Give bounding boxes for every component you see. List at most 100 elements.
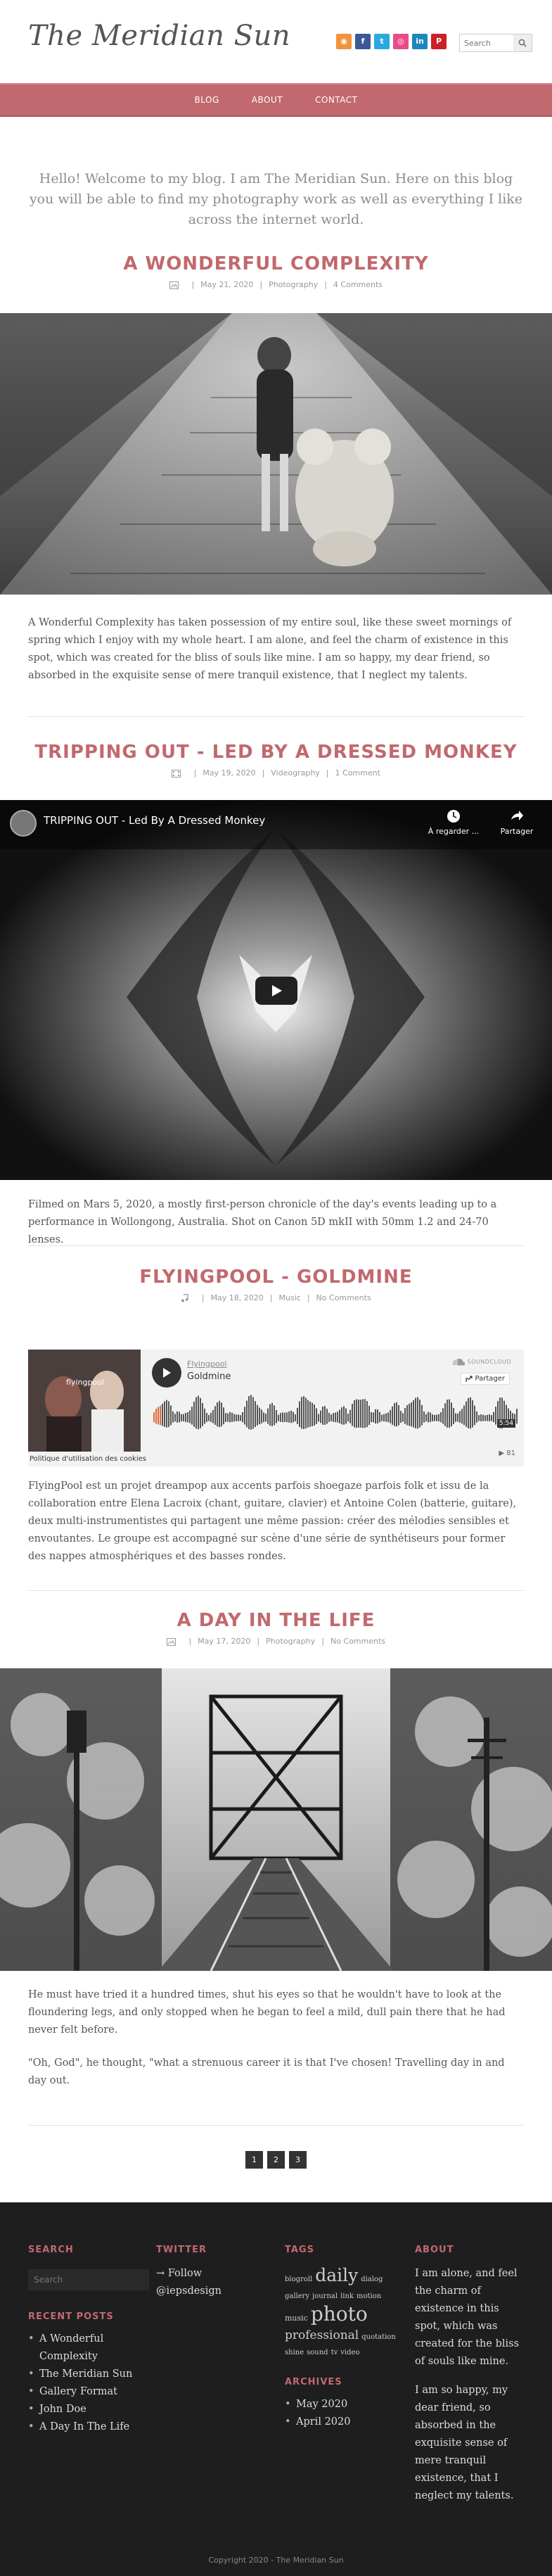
footer-search-input[interactable]	[28, 2269, 149, 2290]
tag-link[interactable]: sound	[307, 2348, 328, 2358]
post-comments[interactable]: No Comments	[316, 1293, 371, 1302]
waveform-bar	[373, 1412, 374, 1423]
waveform-bar	[459, 1411, 461, 1423]
archive-link[interactable]: April 2020	[285, 2413, 401, 2431]
tag-link[interactable]: shine	[285, 2348, 304, 2358]
tag-link[interactable]: video	[340, 2348, 359, 2358]
tag-link[interactable]: professional	[285, 2328, 359, 2344]
waveform-bar	[455, 1413, 456, 1422]
post-4: A DAY IN THE LIFE | May 17, 2020 | Photogra…	[0, 1610, 552, 1646]
waveform-bar	[233, 1414, 235, 1422]
post-date[interactable]: May 18, 2020	[211, 1293, 264, 1302]
waveform-bar	[398, 1404, 399, 1426]
waveform[interactable]	[153, 1395, 519, 1444]
waveform-bar	[225, 1413, 226, 1422]
sc-duration: 5:54	[496, 1419, 515, 1428]
recent-post-link[interactable]: Gallery Format	[28, 2383, 148, 2401]
waveform-bar	[206, 1413, 207, 1422]
waveform-bar	[297, 1407, 298, 1424]
tag-link[interactable]: blogroll	[285, 2275, 312, 2285]
post-1-image[interactable]	[0, 313, 552, 595]
soundcloud-brand: SOUNDCLOUD	[467, 1359, 511, 1365]
post-title[interactable]: TRIPPING OUT - LED BY A DRESSED MONKEY	[0, 742, 552, 763]
waveform-bar	[324, 1406, 326, 1426]
waveform-bar	[432, 1414, 433, 1421]
waveform-bar	[400, 1411, 402, 1423]
tag-link[interactable]: journal	[312, 2292, 338, 2302]
post-comments[interactable]: No Comments	[330, 1637, 385, 1646]
recent-post-link[interactable]: The Meridian Sun	[28, 2366, 148, 2383]
nav-item-about[interactable]: ABOUT	[252, 95, 283, 105]
rss-icon[interactable]: ◉	[336, 34, 352, 49]
post-category[interactable]: Videography	[271, 768, 320, 778]
site-title[interactable]: The Meridian Sun	[28, 20, 290, 52]
facebook-icon[interactable]: f	[355, 34, 371, 49]
waveform-bar	[276, 1410, 277, 1423]
post-category[interactable]: Photography	[269, 280, 318, 289]
video-title[interactable]: TRIPPING OUT - Led By A Dressed Monkey	[44, 814, 265, 827]
waveform-bar	[377, 1409, 378, 1423]
sc-share-button[interactable]: Partager	[460, 1373, 510, 1385]
tag-link[interactable]: dialog	[361, 2275, 383, 2285]
recent-post-link[interactable]: John Doe	[28, 2401, 148, 2418]
waveform-bar	[449, 1399, 450, 1428]
channel-avatar[interactable]	[10, 810, 37, 837]
tag-link[interactable]: motion	[357, 2292, 381, 2302]
nav-item-contact[interactable]: CONTACT	[315, 95, 357, 105]
waveform-bar	[358, 1400, 359, 1428]
cover-art[interactable]: flyingpool	[28, 1350, 141, 1452]
video-share-button[interactable]: Partager	[492, 808, 541, 836]
post-date[interactable]: May 17, 2020	[198, 1637, 250, 1646]
page-1[interactable]: 1	[245, 2151, 263, 2169]
page-3[interactable]: 3	[289, 2151, 307, 2169]
search-input[interactable]	[460, 34, 513, 51]
sc-track[interactable]: Goldmine	[187, 1371, 231, 1382]
flyingpool-link[interactable]: FlyingPool	[28, 1480, 82, 1492]
post-excerpt-text: est un projet dreampop aux accents parfo…	[28, 1480, 517, 1562]
dribbble-icon[interactable]: ◎	[393, 34, 409, 49]
play-button[interactable]	[255, 977, 297, 1005]
waveform-bar	[293, 1411, 294, 1423]
post-comments[interactable]: 4 Comments	[333, 280, 383, 289]
waveform-bar	[168, 1401, 169, 1427]
tag-link[interactable]: tv	[331, 2348, 338, 2358]
tag-link[interactable]: photo	[311, 2301, 368, 2328]
nav-item-blog[interactable]: BLOG	[195, 95, 219, 105]
search-icon[interactable]	[513, 34, 532, 51]
page-2[interactable]: 2	[267, 2151, 285, 2169]
soundcloud-logo[interactable]: SOUNDCLOUD	[449, 1358, 511, 1366]
recent-post-link[interactable]: A Wonderful Complexity	[28, 2330, 148, 2366]
post-title[interactable]: FLYINGPOOL - GOLDMINE	[0, 1267, 552, 1288]
post-date[interactable]: May 21, 2020	[200, 280, 253, 289]
tag-link[interactable]: music	[285, 2314, 308, 2324]
video-player[interactable]: TRIPPING OUT - Led By A Dressed Monkey À…	[0, 800, 552, 1180]
play-icon	[272, 985, 282, 996]
recent-post-link[interactable]: A Day In The Life	[28, 2418, 148, 2436]
tag-link[interactable]: quotation	[361, 2333, 396, 2342]
waveform-bar	[280, 1413, 281, 1422]
post-category[interactable]: Photography	[266, 1637, 315, 1646]
twitter-icon[interactable]: t	[374, 34, 390, 49]
watch-later-button[interactable]: À regarder ...	[422, 808, 485, 836]
waveform-bar	[379, 1411, 380, 1423]
tag-link[interactable]: gallery	[285, 2292, 309, 2302]
waveform-bar	[193, 1401, 195, 1427]
tag-link[interactable]: daily	[315, 2264, 358, 2288]
pinterest-icon[interactable]: P	[431, 34, 447, 49]
cookie-policy-link[interactable]: Politique d'utilisation des cookies	[30, 1455, 146, 1463]
post-4-image[interactable]	[0, 1668, 552, 1971]
tag-link[interactable]: link	[340, 2292, 354, 2302]
twitter-follow-link[interactable]: → Follow @iepsdesign	[156, 2265, 262, 2300]
waveform-bar	[231, 1412, 233, 1422]
waveform-bar	[451, 1402, 452, 1427]
archive-link[interactable]: May 2020	[285, 2396, 401, 2413]
post-comments[interactable]: 1 Comment	[335, 768, 380, 778]
post-title[interactable]: A WONDERFUL COMPLEXITY	[0, 253, 552, 274]
linkedin-icon[interactable]: in	[412, 34, 428, 49]
post-divider	[28, 1245, 524, 1246]
post-category[interactable]: Music	[279, 1293, 301, 1302]
post-date[interactable]: May 19, 2020	[203, 768, 255, 778]
sc-artist[interactable]: Flyingpool	[187, 1359, 226, 1369]
sc-play-button[interactable]	[152, 1358, 181, 1388]
post-title[interactable]: A DAY IN THE LIFE	[0, 1610, 552, 1631]
